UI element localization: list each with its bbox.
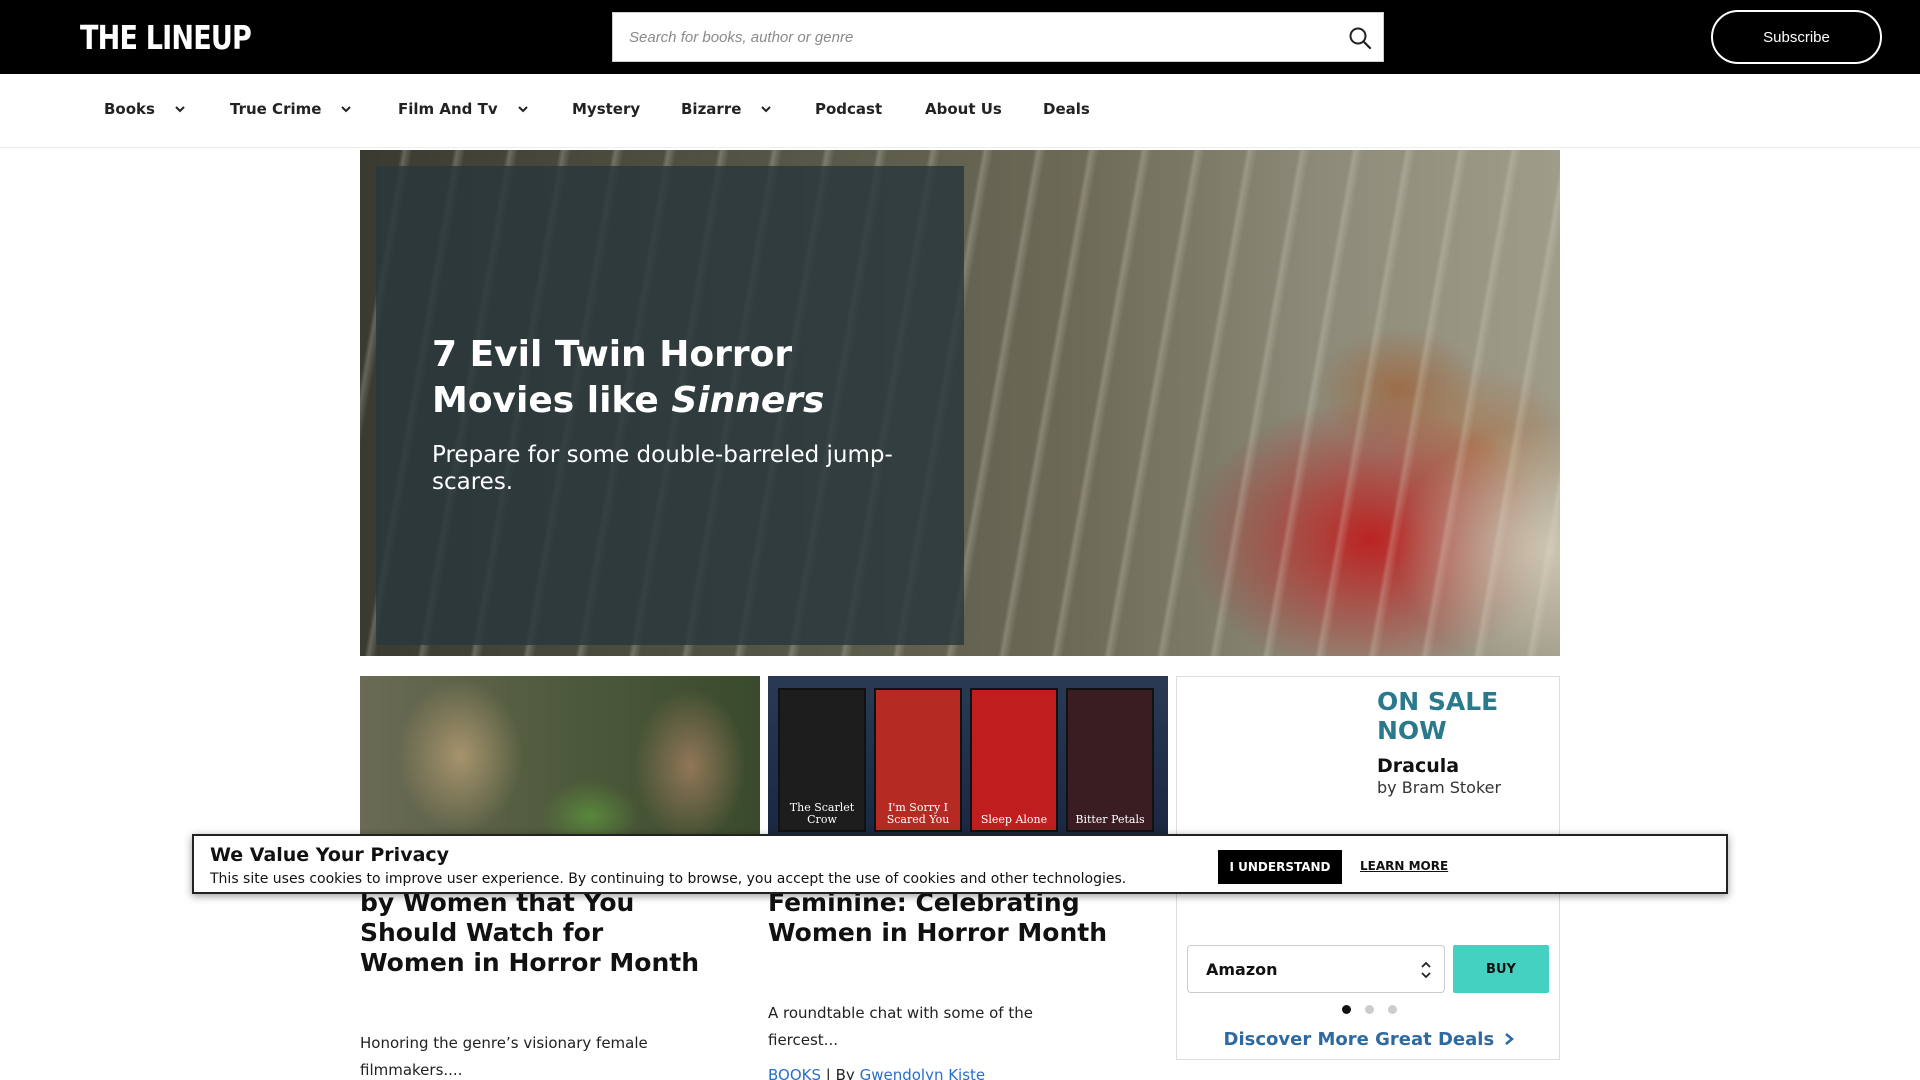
buy-button[interactable]: BUY	[1453, 945, 1549, 993]
nav-item-label: Bizarre	[681, 100, 742, 118]
byline-separator: |	[825, 1066, 831, 1080]
article-description: A roundtable chat with some of the fierc…	[768, 1004, 1033, 1049]
main-nav: Books True Crime Film And Tv Mystery Biz…	[0, 74, 1920, 148]
on-sale-heading: ON SALE NOW	[1377, 687, 1499, 745]
cookie-banner: We Value Your Privacy This site uses coo…	[192, 834, 1728, 894]
chevron-down-icon	[341, 106, 352, 113]
book-cover: Sleep Alone	[970, 688, 1058, 832]
learn-more-link[interactable]: LEARN MORE	[1360, 859, 1448, 873]
category-link[interactable]: BOOKS	[768, 1066, 821, 1080]
byline-by: By	[835, 1066, 855, 1080]
nav-item-label: True Crime	[230, 100, 322, 118]
hero-title[interactable]: 7 Evil Twin Horror Movies like Sinners	[432, 332, 902, 424]
nav-item-mystery[interactable]: Mystery	[572, 100, 640, 118]
hero-overlay-card: 7 Evil Twin Horror Movies like Sinners P…	[376, 166, 964, 645]
nav-item-film-and-tv[interactable]: Film And Tv	[398, 100, 530, 118]
search-bar	[612, 12, 1384, 62]
hero-feature[interactable]: 7 Evil Twin Horror Movies like Sinners P…	[360, 150, 1560, 656]
book-cover: The Scarlet Crow	[778, 688, 866, 832]
nav-item-label: Podcast	[815, 100, 883, 118]
subscribe-button[interactable]: Subscribe	[1711, 10, 1882, 64]
retailer-selected-value: Amazon	[1206, 959, 1278, 979]
nav-item-label: Deals	[1043, 100, 1090, 118]
search-input[interactable]	[613, 13, 1333, 61]
article-title[interactable]: by Women that You Should Watch for Women…	[360, 888, 700, 978]
nav-item-bizarre[interactable]: Bizarre	[681, 100, 773, 118]
cookie-text: This site uses cookies to improve user e…	[210, 871, 1127, 887]
select-arrows-icon	[1421, 961, 1431, 979]
article-thumbnail[interactable]	[360, 676, 760, 836]
author-link[interactable]: Gwendolyn Kiste	[860, 1066, 986, 1080]
nav-item-about-us[interactable]: About Us	[925, 100, 1002, 118]
nav-item-podcast[interactable]: Podcast	[815, 100, 882, 118]
nav-item-books[interactable]: Books	[104, 100, 187, 118]
site-logo[interactable]: THE LINEUP	[80, 18, 252, 57]
nav-item-deals[interactable]: Deals	[1043, 100, 1090, 118]
sale-book-author: by Bram Stoker	[1377, 778, 1502, 797]
chevron-down-icon	[761, 106, 772, 113]
chevron-down-icon	[517, 106, 528, 113]
nav-item-label: About Us	[925, 100, 1002, 118]
carousel-dot[interactable]	[1364, 1005, 1374, 1014]
book-cover: I'm Sorry I Scared You	[874, 688, 962, 832]
understand-button[interactable]: I UNDERSTAND	[1218, 850, 1342, 884]
sale-book-title[interactable]: Dracula	[1377, 755, 1459, 777]
book-cover: Bitter Petals	[1066, 688, 1154, 832]
carousel-dots	[1177, 1005, 1561, 1014]
article-byline: BOOKS | By Gwendolyn Kiste	[768, 1066, 985, 1080]
carousel-dot[interactable]	[1387, 1005, 1397, 1014]
discover-deals-link[interactable]: Discover More Great Deals	[1177, 1029, 1561, 1050]
book-cover-image[interactable]	[1191, 691, 1341, 821]
search-icon[interactable]	[1347, 25, 1373, 51]
chevron-right-icon	[1505, 1033, 1515, 1045]
nav-item-label: Books	[104, 100, 155, 118]
nav-item-label: Film And Tv	[398, 100, 498, 118]
retailer-select[interactable]: Amazon	[1187, 945, 1445, 993]
nav-item-true-crime[interactable]: True Crime	[230, 100, 353, 118]
chevron-down-icon	[175, 106, 185, 113]
article-title[interactable]: Feminine: Celebrating Women in Horror Mo…	[768, 888, 1108, 948]
article-description: Honoring the genre’s visionary female fi…	[360, 1034, 648, 1079]
top-header: THE LINEUP Subscribe	[0, 0, 1920, 74]
article-thumbnail[interactable]: The Scarlet Crow I'm Sorry I Scared You …	[768, 676, 1168, 836]
hero-subtitle: Prepare for some double-barreled jump-sc…	[432, 442, 893, 495]
nav-item-label: Mystery	[572, 100, 641, 118]
carousel-dot[interactable]	[1341, 1005, 1351, 1014]
cookie-title: We Value Your Privacy	[210, 844, 450, 866]
